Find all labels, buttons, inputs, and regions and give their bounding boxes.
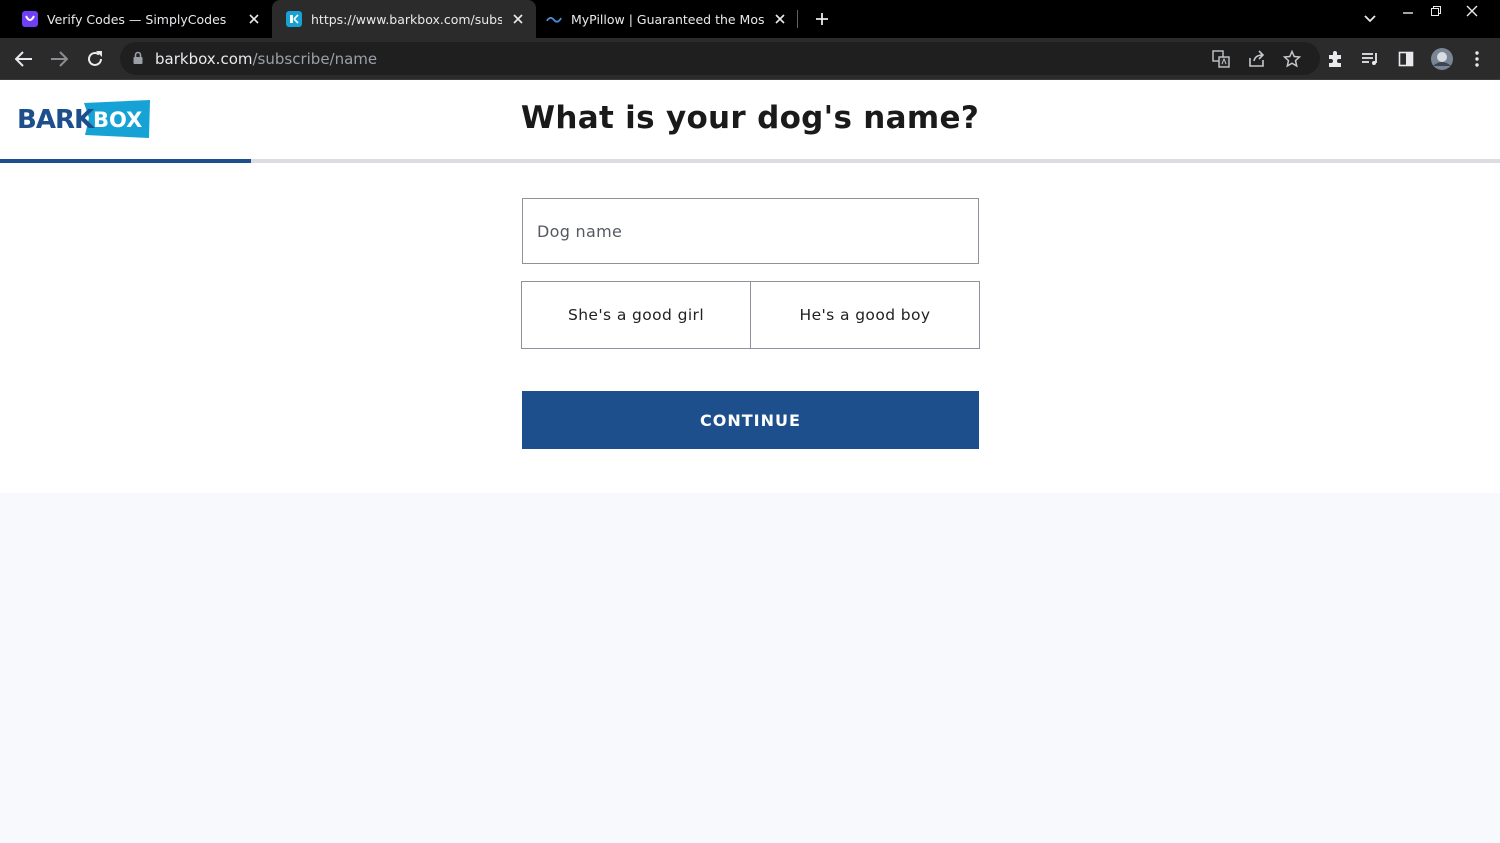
tab-title: Verify Codes — SimplyCodes <box>47 11 227 27</box>
more-vertical-icon <box>1475 51 1479 67</box>
tab-mypillow[interactable]: MyPillow | Guaranteed the Most Comfortab… <box>536 0 798 38</box>
translate-button[interactable] <box>1210 48 1232 70</box>
playlist-icon <box>1362 53 1377 65</box>
new-tab-button[interactable] <box>810 8 834 30</box>
chevron-down-icon <box>1364 15 1376 23</box>
tab-search-button[interactable] <box>1358 8 1382 30</box>
url-text: barkbox.com/subscribe/name <box>155 50 378 68</box>
continue-button[interactable]: CONTINUE <box>522 391 979 449</box>
share-button[interactable] <box>1246 48 1268 70</box>
arrow-left-icon <box>15 51 32 67</box>
avatar-icon <box>1431 48 1453 70</box>
browser-tab-strip: Verify Codes — SimplyCodes https://www.b… <box>0 0 1500 38</box>
plus-icon <box>816 13 828 25</box>
tab-simplycodes[interactable]: Verify Codes — SimplyCodes <box>0 0 272 38</box>
share-icon <box>1249 50 1265 67</box>
browser-toolbar: barkbox.com/subscribe/name <box>0 38 1500 80</box>
close-window-button[interactable] <box>1454 0 1490 22</box>
forward-button[interactable] <box>46 46 72 72</box>
back-button[interactable] <box>11 46 37 72</box>
reload-button[interactable] <box>82 46 108 72</box>
good-girl-button[interactable]: She's a good girl <box>521 281 751 349</box>
progress-bar-fill <box>0 159 251 163</box>
side-panel-icon <box>1398 51 1414 67</box>
tab-separator <box>797 10 798 28</box>
close-icon[interactable] <box>508 9 528 29</box>
lock-icon <box>133 51 143 64</box>
star-icon <box>1283 50 1301 68</box>
side-panel-button[interactable] <box>1395 48 1417 70</box>
progress-bar <box>0 159 1500 163</box>
minimize-icon <box>1403 12 1413 14</box>
restore-button[interactable] <box>1418 0 1454 22</box>
extensions-button[interactable] <box>1324 48 1346 70</box>
dog-name-input[interactable] <box>522 198 979 264</box>
arrow-right-icon <box>51 51 68 67</box>
profile-avatar[interactable] <box>1430 47 1454 71</box>
page-title: What is your dog's name? <box>520 100 980 136</box>
close-icon <box>1466 5 1478 17</box>
restore-icon <box>1431 6 1441 16</box>
reload-icon <box>88 51 102 66</box>
mypillow-icon <box>546 11 562 27</box>
page: BARK BOX What is your dog's name? She's … <box>0 80 1500 843</box>
gender-selector: She's a good girl He's a good boy <box>521 281 980 349</box>
bookmark-button[interactable] <box>1281 48 1303 70</box>
chrome-menu-button[interactable] <box>1466 48 1488 70</box>
tab-title: MyPillow | Guaranteed the Most Comfortab… <box>571 11 764 27</box>
good-boy-button[interactable]: He's a good boy <box>751 281 980 349</box>
simplycodes-icon <box>22 11 38 27</box>
media-button[interactable] <box>1359 48 1381 70</box>
tab-barkbox[interactable]: https://www.barkbox.com/subscribe <box>272 0 536 38</box>
barkbox-icon <box>286 11 302 27</box>
address-bar[interactable]: barkbox.com/subscribe/name <box>120 42 1320 75</box>
puzzle-icon <box>1329 51 1341 67</box>
close-icon[interactable] <box>770 9 790 29</box>
close-icon[interactable] <box>244 9 264 29</box>
translate-icon <box>1212 50 1230 68</box>
tab-title: https://www.barkbox.com/subscribe <box>311 11 502 27</box>
